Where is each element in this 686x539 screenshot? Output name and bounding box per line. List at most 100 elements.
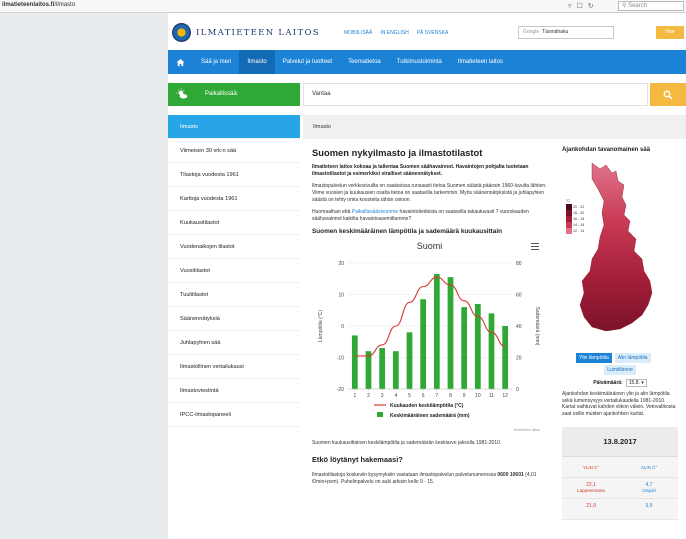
precipitation-bar: [351, 335, 358, 389]
legend-label-precipitation: Keskimääräinen sademäärä (mm): [390, 413, 470, 419]
finland-map-shape: [579, 162, 653, 332]
nav-item-services[interactable]: Palvelut ja tuotteet: [275, 50, 340, 74]
x-tick-label: 4: [394, 393, 397, 399]
language-links: MOBIILISÄÄ IN ENGLISH PÅ SVENSKA: [344, 30, 448, 36]
min-place: Utsjoki: [642, 488, 656, 493]
local-weather-link[interactable]: Paikallissääsivumme: [352, 209, 398, 215]
nav-item-climate[interactable]: Ilmasto: [239, 50, 275, 74]
sidebar-item-wind-stats[interactable]: Tuulitilastot: [168, 283, 300, 307]
date-select[interactable]: 15.8. ▾: [625, 379, 647, 387]
logo-text[interactable]: ILMATIETEEN LAITOS: [196, 28, 320, 38]
sidebar-item-holiday-weather[interactable]: Juhlapyhien sää: [168, 331, 300, 355]
legend-label-temperature: Kuukauden keskilämpötila (°C): [390, 403, 464, 409]
climate-chart: 20 10 0 -10 -20 80 60 40 20 0 1 2 3 4 5 6 7 8 9 10 11 12 Lämpö…: [312, 237, 547, 435]
url-path: /ilmasto: [54, 2, 76, 8]
sidebar-item-maps-since-1961[interactable]: Karttoja vuodesta 1961: [168, 187, 300, 211]
y-right-tick-label: 40: [516, 324, 522, 330]
link-english[interactable]: IN ENGLISH: [380, 30, 408, 36]
y-left-tick-label: 20: [338, 261, 344, 267]
sidebar-item-stats-since-1961[interactable]: Tilastoja vuodesta 1961: [168, 163, 300, 187]
paragraph-text: Ilmastotilastoja koskeviin kysymyksiin v…: [312, 472, 498, 478]
min-value: 5,9: [645, 503, 653, 509]
x-tick-label: 11: [489, 393, 494, 399]
sidebar-item-yearly-stats[interactable]: Vuositilastot: [168, 259, 300, 283]
dropdown-icon[interactable]: ▿: [568, 2, 572, 10]
sidebar-item-seasonal-stats[interactable]: Vuodenaikojen tilastot: [168, 235, 300, 259]
nav-item-weather[interactable]: Sää ja meri: [193, 50, 239, 74]
fmi-logo-icon[interactable]: [172, 23, 191, 42]
sidebar-item-ipcc[interactable]: IPCC-ilmastopaneeli: [168, 403, 300, 427]
y-left-tick-label: 10: [338, 292, 344, 298]
sidebar-item-last-30-days[interactable]: Viimeisen 30 vrk:n sää: [168, 139, 300, 163]
contact-paragraph: Ilmastotilastoja koskeviin kysymyksiin v…: [312, 472, 547, 486]
site-page: ILMATIETEEN LAITOS MOBIILISÄÄ IN ENGLISH…: [168, 13, 686, 539]
legend-bar-swatch: [377, 412, 383, 417]
bookmark-icon[interactable]: ☐: [577, 2, 583, 10]
site-header: ILMATIETEEN LAITOS MOBIILISÄÄ IN ENGLISH…: [168, 13, 686, 50]
y-right-tick-label: 0: [516, 387, 519, 393]
y-right-tick-label: 20: [516, 355, 522, 361]
sidebar-item-climate[interactable]: Ilmasto: [168, 115, 300, 139]
local-weather-label: Paikallissää:: [205, 91, 239, 97]
chart-menu-icon[interactable]: [531, 243, 539, 250]
max-value: 21,9: [586, 503, 596, 509]
map-note: Ajankohdan keskimääräinen ylin ja alin l…: [562, 391, 676, 417]
table-row: 21,9 5,9: [562, 499, 678, 520]
sidebar-item-monthly-stats[interactable]: Kuukausitilastot: [168, 211, 300, 235]
link-mobile[interactable]: MOBIILISÄÄ: [344, 30, 372, 36]
location-input[interactable]: Vantaa: [303, 83, 648, 106]
lead-paragraph: Ilmatieteen laitos kokoaa ja tallentaa S…: [312, 164, 529, 177]
search-value: Täsmähaku: [542, 29, 569, 35]
location-search-button[interactable]: [650, 83, 686, 106]
max-temp-button[interactable]: Ylin lämpötila: [576, 353, 612, 363]
home-button[interactable]: [168, 50, 193, 74]
nav-item-themes[interactable]: Teematietoa: [340, 50, 389, 74]
precipitation-bar: [406, 332, 413, 389]
main-content: Suomen nykyilmasto ja ilmastotilastot Il…: [312, 147, 547, 491]
reload-icon[interactable]: ↻: [588, 2, 594, 10]
snow-button[interactable]: Lumitilanne: [604, 365, 636, 375]
paragraph-text: Huomaathan että: [312, 209, 352, 215]
observations-table: 13.8.2017 YLIN C° ALIN C° 22,1 Lappeenran…: [562, 427, 678, 520]
sidebar-item-records[interactable]: Säänennätyksiä: [168, 307, 300, 331]
map-legend-label: 12 - 14: [573, 229, 585, 233]
chart-title: Suomi: [416, 241, 443, 251]
max-place: Lappeenranta: [577, 488, 605, 493]
main-nav: Sää ja meri Ilmasto Palvelut ja tuotteet…: [168, 50, 686, 74]
x-tick-label: 5: [408, 393, 411, 399]
date-label: Päivämäärä:: [593, 380, 623, 386]
min-temp-button[interactable]: Alin lämpötila: [614, 353, 651, 363]
sidebar-item-reference-period[interactable]: Ilmastollinen vertailukausi: [168, 355, 300, 379]
chevron-down-icon: ▾: [641, 380, 644, 386]
precipitation-bar: [420, 299, 427, 389]
x-tick-label: 1: [353, 393, 356, 399]
link-swedish[interactable]: PÅ SVENSKA: [417, 30, 449, 36]
breadcrumb-current: Ilmasto: [313, 124, 332, 130]
local-weather-paragraph: Huomaathan että Paikallissääsivumme hava…: [312, 209, 547, 223]
map-legend-unit: °C: [566, 199, 571, 203]
url-domain: ilmatieteenlaitos.fi: [2, 2, 55, 8]
date-value: 15.8.: [628, 380, 640, 386]
browser-search-placeholder: Search: [628, 3, 648, 9]
precipitation-bar: [379, 348, 386, 389]
browser-search-input[interactable]: ⚲ Search: [618, 1, 684, 11]
map-legend-label: 20 - 22: [573, 205, 585, 209]
y-left-tick-label: -20: [337, 387, 344, 393]
site-search-input[interactable]: Google Täsmähaku: [518, 26, 614, 39]
address-bar[interactable]: ilmatieteenlaitos.fi/ilmasto: [2, 2, 75, 8]
precipitation-bar: [502, 326, 509, 389]
chart-heading: Suomen keskimääräinen lämpötila ja sadem…: [312, 228, 503, 235]
phone-number: 0600 10601: [497, 472, 524, 478]
temperature-line: [354, 276, 506, 357]
x-tick-label: 12: [502, 393, 508, 399]
nav-item-research[interactable]: Tutkimustoiminta: [389, 50, 450, 74]
sidebar-item-climate-communication[interactable]: Ilmastoviestintä: [168, 379, 300, 403]
right-panel: Ajankohdan tavanomainen sää °C 20 - 22 1…: [562, 147, 678, 520]
nav-item-institute[interactable]: Ilmatieteen laitos: [450, 50, 511, 74]
precipitation-bar: [433, 274, 440, 389]
chart-caption: Suomen kuukausittainen keskilämpötila ja…: [312, 440, 502, 446]
x-tick-label: 9: [463, 393, 466, 399]
search-engine-label: Google: [523, 29, 540, 35]
local-weather-bar: Paikallissää: Vantaa: [168, 83, 686, 106]
search-button[interactable]: Hae: [656, 26, 684, 39]
